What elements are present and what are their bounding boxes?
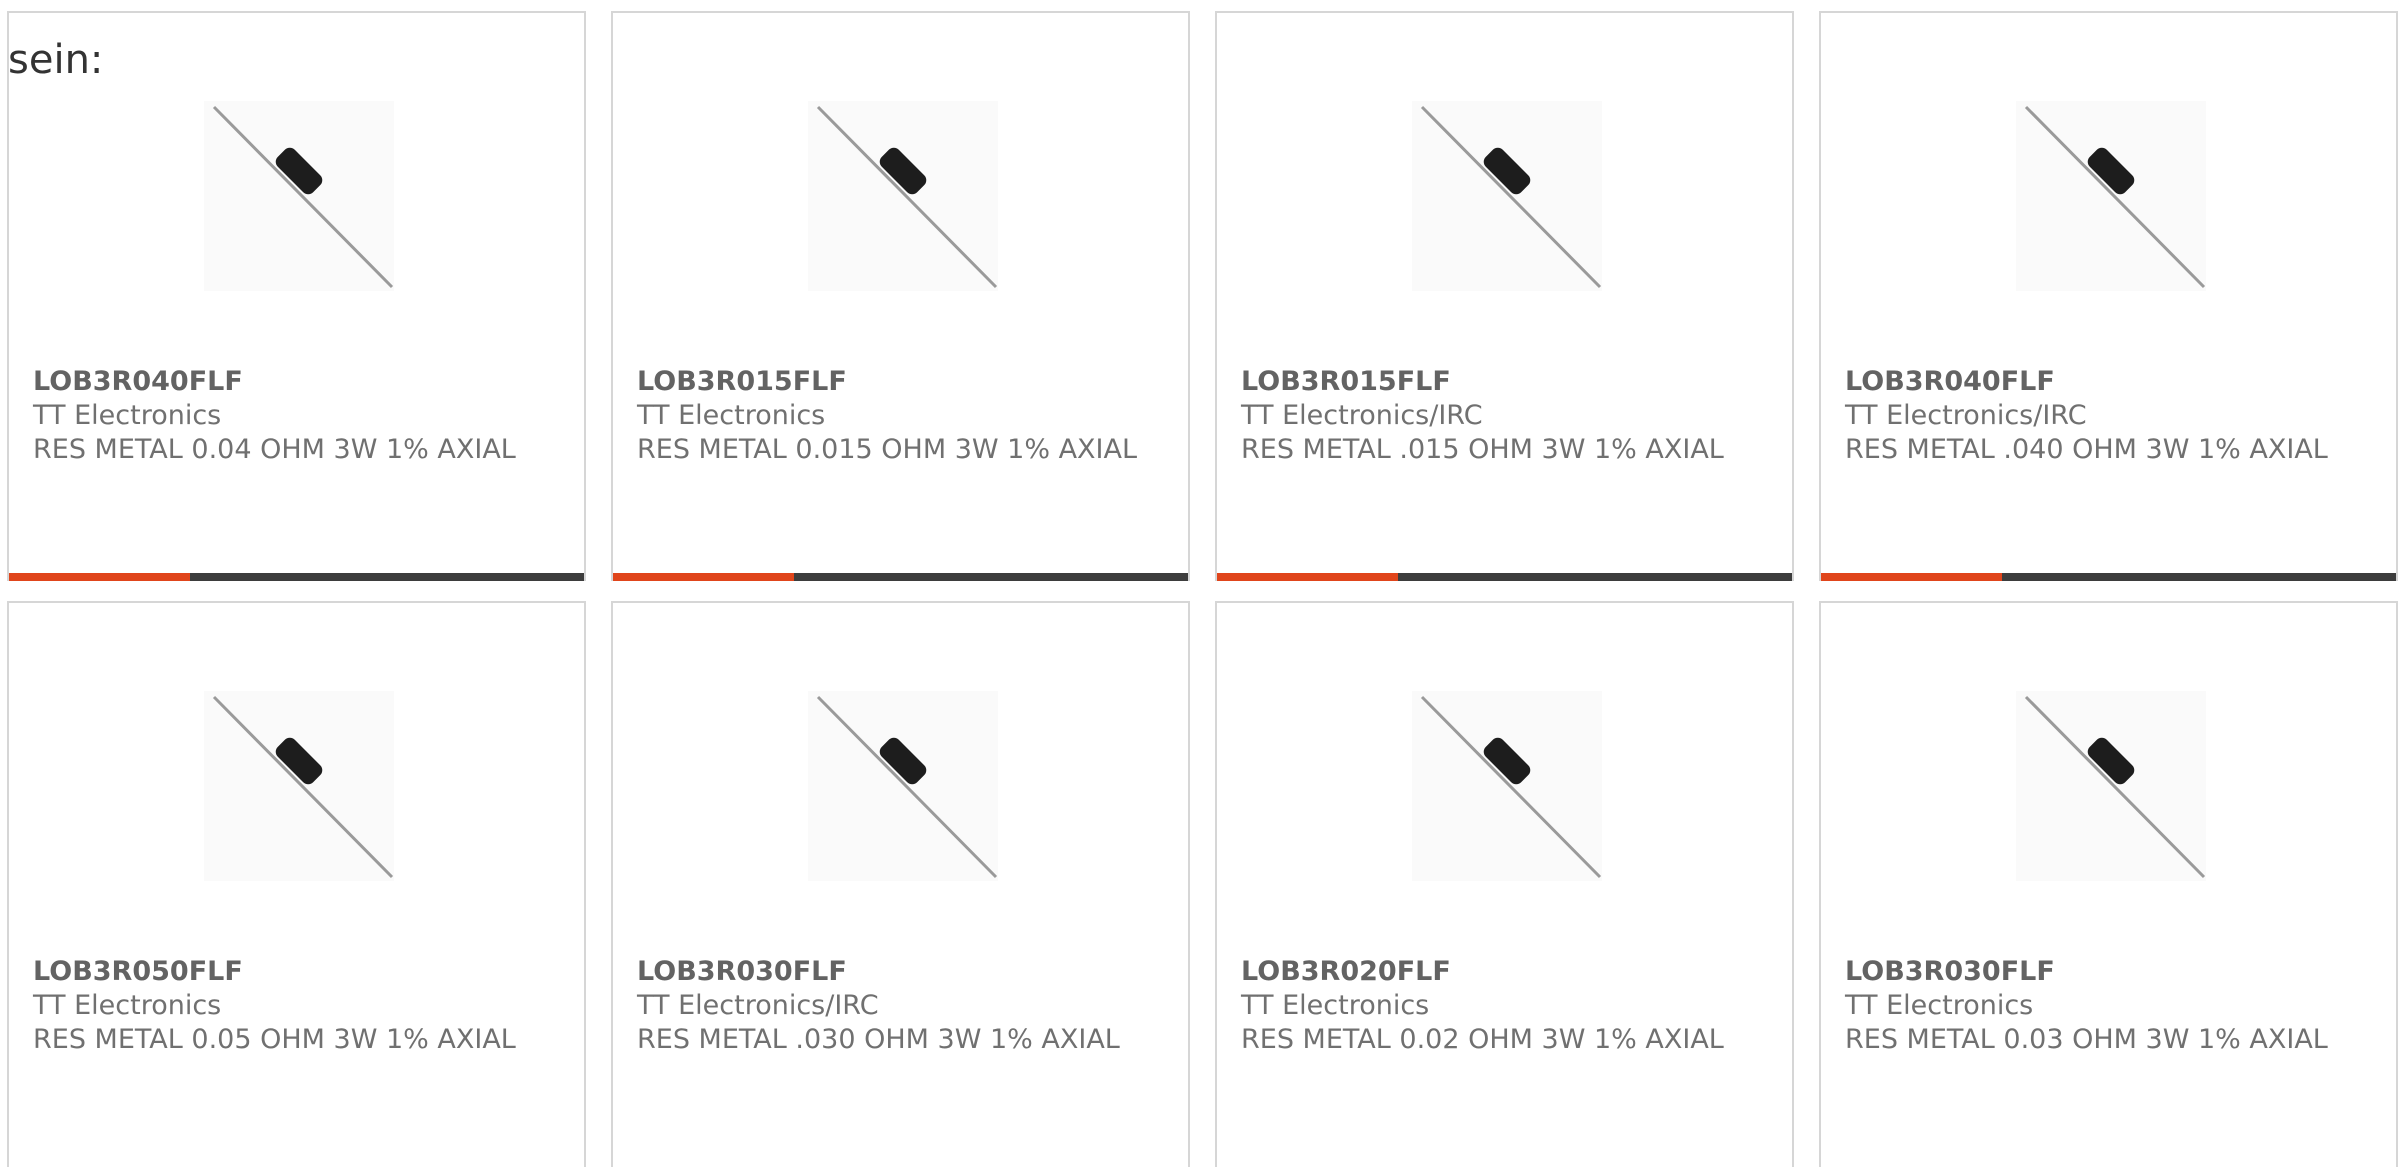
part-number[interactable]: LOB3R030FLF	[1845, 955, 2385, 989]
product-card[interactable]: LOB3R030FLF TT Electronics/IRC RES METAL…	[611, 601, 1190, 1167]
part-number[interactable]: LOB3R040FLF	[1845, 365, 2385, 399]
intro-text: sein:	[8, 37, 104, 83]
description: RES METAL .015 OHM 3W 1% AXIAL	[1241, 434, 1724, 465]
part-number[interactable]: LOB3R015FLF	[1241, 365, 1781, 399]
description: RES METAL 0.03 OHM 3W 1% AXIAL	[1845, 1024, 2328, 1055]
part-number[interactable]: LOB3R040FLF	[33, 365, 573, 399]
description: RES METAL .030 OHM 3W 1% AXIAL	[637, 1024, 1120, 1055]
manufacturer: TT Electronics	[637, 400, 826, 431]
product-grid-page: sein: LOB3R040FLF TT Electronics RES MET…	[0, 0, 2400, 1167]
part-number[interactable]: LOB3R020FLF	[1241, 955, 1781, 989]
axial-resistor-icon	[808, 101, 998, 291]
manufacturer: TT Electronics/IRC	[1845, 400, 2087, 431]
description: RES METAL 0.05 OHM 3W 1% AXIAL	[33, 1024, 516, 1055]
description: RES METAL 0.015 OHM 3W 1% AXIAL	[637, 434, 1138, 465]
card-bar-accent	[1217, 573, 1398, 581]
part-number[interactable]: LOB3R030FLF	[637, 955, 1177, 989]
product-card[interactable]: LOB3R015FLF TT Electronics/IRC RES METAL…	[1215, 11, 1794, 581]
manufacturer: TT Electronics/IRC	[637, 990, 879, 1021]
card-bar	[1821, 573, 2396, 581]
manufacturer: TT Electronics	[1241, 990, 1430, 1021]
description: RES METAL .040 OHM 3W 1% AXIAL	[1845, 434, 2328, 465]
product-card[interactable]: LOB3R030FLF TT Electronics RES METAL 0.0…	[1819, 601, 2398, 1167]
card-bar	[1217, 573, 1792, 581]
axial-resistor-icon	[204, 101, 394, 291]
manufacturer: TT Electronics	[33, 990, 222, 1021]
axial-resistor-icon	[808, 691, 998, 881]
axial-resistor-icon	[204, 691, 394, 881]
product-card[interactable]: LOB3R015FLF TT Electronics RES METAL 0.0…	[611, 11, 1190, 581]
description: RES METAL 0.04 OHM 3W 1% AXIAL	[33, 434, 516, 465]
product-card[interactable]: LOB3R050FLF TT Electronics RES METAL 0.0…	[7, 601, 586, 1167]
description: RES METAL 0.02 OHM 3W 1% AXIAL	[1241, 1024, 1724, 1055]
card-bar	[613, 573, 1188, 581]
product-card[interactable]: LOB3R040FLF TT Electronics/IRC RES METAL…	[1819, 11, 2398, 581]
manufacturer: TT Electronics	[33, 400, 222, 431]
manufacturer: TT Electronics	[1845, 990, 2034, 1021]
axial-resistor-icon	[2016, 101, 2206, 291]
product-card[interactable]: LOB3R040FLF TT Electronics RES METAL 0.0…	[7, 11, 586, 581]
product-card[interactable]: LOB3R020FLF TT Electronics RES METAL 0.0…	[1215, 601, 1794, 1167]
manufacturer: TT Electronics/IRC	[1241, 400, 1483, 431]
axial-resistor-icon	[1412, 101, 1602, 291]
part-number[interactable]: LOB3R050FLF	[33, 955, 573, 989]
card-bar-accent	[613, 573, 794, 581]
card-bar	[9, 573, 584, 581]
card-bar-accent	[9, 573, 190, 581]
card-bar-accent	[1821, 573, 2002, 581]
axial-resistor-icon	[2016, 691, 2206, 881]
part-number[interactable]: LOB3R015FLF	[637, 365, 1177, 399]
axial-resistor-icon	[1412, 691, 1602, 881]
